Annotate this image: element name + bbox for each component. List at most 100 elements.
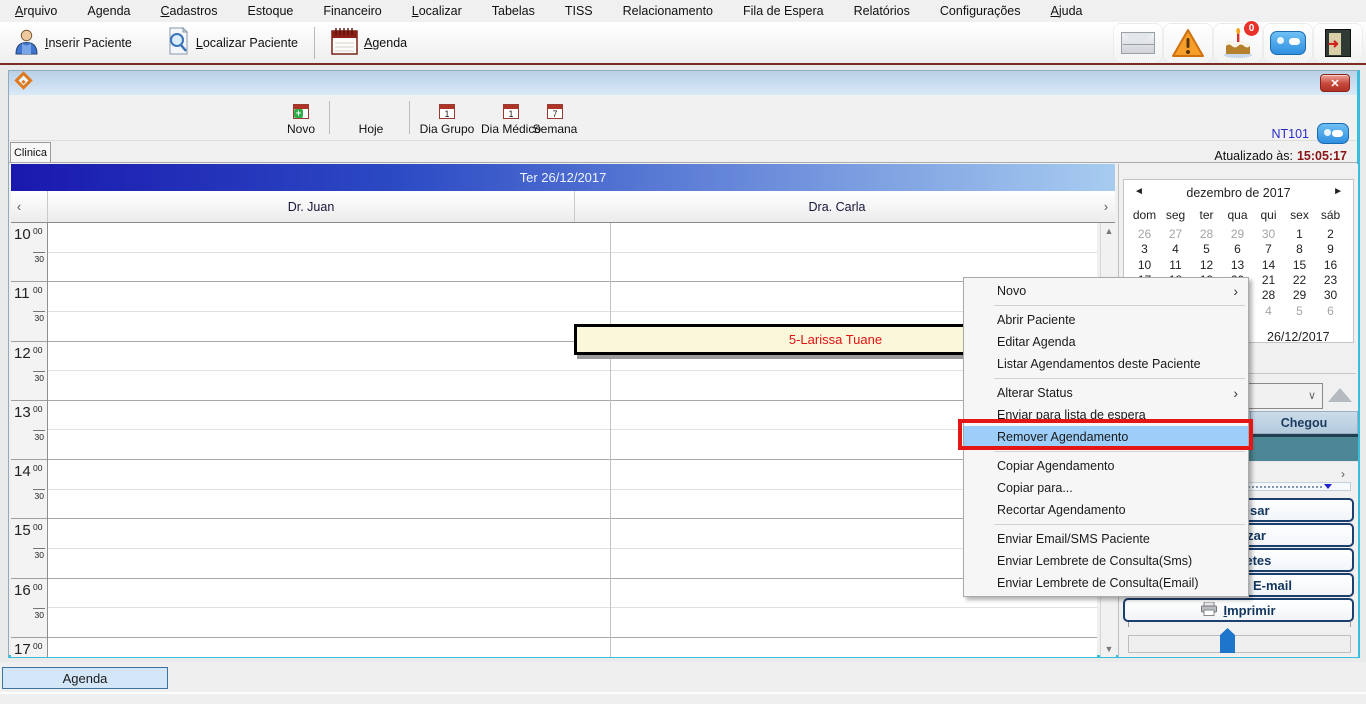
station-code: NT101 — [1271, 127, 1309, 141]
schedule-slot-row[interactable] — [48, 253, 1097, 283]
toolbar-button-dia-grupo[interactable]: 1Dia Grupo — [415, 97, 479, 139]
tab-clinica[interactable]: Clinica — [10, 142, 51, 163]
menu-cadastros[interactable]: Cadastros — [146, 2, 233, 21]
calendar-day[interactable]: 11 — [1160, 258, 1191, 273]
close-button[interactable]: ✕ — [1320, 74, 1350, 92]
context-menu-item-enviar-lembrete-de-consulta-sms[interactable]: Enviar Lembrete de Consulta(Sms) — [964, 550, 1248, 572]
schedule-slot-row[interactable] — [48, 460, 1097, 490]
menu-item-label: Editar Agenda — [997, 335, 1076, 349]
calendar-day[interactable]: 5 — [1191, 242, 1222, 257]
insert-patient-button[interactable]: Inserir Paciente — [6, 24, 140, 62]
context-menu-item-recortar-agendamento[interactable]: Recortar Agendamento — [964, 499, 1248, 521]
collapse-up-icon[interactable] — [1328, 388, 1352, 402]
context-menu-item-copiar-agendamento[interactable]: Copiar Agendamento — [964, 455, 1248, 477]
hscroll-right-icon[interactable]: › — [1341, 467, 1345, 481]
context-menu-item-abrir-paciente[interactable]: Abrir Paciente — [964, 309, 1248, 331]
calendar-day[interactable]: 27 — [1160, 227, 1191, 242]
calendar-day[interactable]: 5 — [1284, 304, 1315, 319]
schedule-slot-row[interactable] — [48, 371, 1097, 401]
exit-icon[interactable] — [1313, 23, 1363, 63]
schedule-slot-row[interactable] — [48, 401, 1097, 431]
calendar-day[interactable]: 3 — [1129, 242, 1160, 257]
scroll-right-chevron-icon[interactable]: › — [1098, 191, 1114, 222]
menu-tiss[interactable]: TISS — [550, 2, 608, 21]
calendar-day[interactable]: 28 — [1191, 227, 1222, 242]
calendar-day[interactable]: 12 — [1191, 258, 1222, 273]
calendar-day[interactable]: 30 — [1253, 227, 1284, 242]
schedule-slot-row[interactable] — [48, 430, 1097, 460]
calendar-day[interactable]: 4 — [1160, 242, 1191, 257]
menu-configurac-o-es[interactable]: Configurações — [925, 2, 1036, 21]
calendar-day[interactable]: 23 — [1315, 273, 1346, 288]
find-patient-button[interactable]: Localizar Paciente — [158, 24, 306, 62]
grid-rows[interactable] — [48, 223, 1097, 657]
menu-fila-de-espera[interactable]: Fila de Espera — [728, 2, 839, 21]
zoom-slider[interactable] — [1128, 635, 1351, 653]
menu-estoque[interactable]: Estoque — [232, 2, 308, 21]
schedule-slot-row[interactable] — [48, 282, 1097, 312]
calendar-day[interactable]: 14 — [1253, 258, 1284, 273]
calendar-day[interactable]: 8 — [1284, 242, 1315, 257]
calendar-day[interactable]: 29 — [1222, 227, 1253, 242]
mini-calendar-today[interactable]: 26/12/2017 — [1267, 330, 1330, 344]
taskbar-tab-agenda[interactable]: Agenda — [2, 667, 168, 689]
next-month-icon[interactable]: ► — [1333, 186, 1343, 197]
context-menu-item-novo[interactable]: Novo› — [964, 280, 1248, 302]
calendar-day[interactable]: 7 — [1253, 242, 1284, 257]
column-header-dr-juan[interactable]: Dr. Juan — [48, 191, 575, 222]
schedule-slot-row[interactable] — [48, 638, 1097, 657]
calendar-day[interactable]: 4 — [1253, 304, 1284, 319]
calendar-day[interactable]: 28 — [1253, 288, 1284, 303]
menu-relacionamento[interactable]: Relacionamento — [608, 2, 728, 21]
birthday-icon[interactable]: 0 — [1213, 23, 1263, 63]
context-menu-item-editar-agenda[interactable]: Editar Agenda — [964, 331, 1248, 353]
calendar-day[interactable]: 26 — [1129, 227, 1160, 242]
schedule-slot-row[interactable] — [48, 579, 1097, 609]
column-header-dra-carla[interactable]: Dra. Carla — [575, 191, 1099, 222]
scroll-left-chevron-icon[interactable]: ‹ — [11, 191, 48, 222]
calendar-day[interactable]: 6 — [1315, 304, 1346, 319]
calendar-day[interactable]: 6 — [1222, 242, 1253, 257]
context-menu-item-enviar-lembrete-de-consulta-email[interactable]: Enviar Lembrete de Consulta(Email) — [964, 572, 1248, 594]
context-menu-item-alterar-status[interactable]: Alterar Status› — [964, 382, 1248, 404]
schedule-slot-row[interactable] — [48, 608, 1097, 638]
contacts-icon[interactable] — [1263, 23, 1313, 63]
calendar-day[interactable]: 29 — [1284, 288, 1315, 303]
calendar-day[interactable]: 22 — [1284, 273, 1315, 288]
alert-icon[interactable] — [1163, 23, 1213, 63]
mail-icon[interactable] — [1113, 23, 1163, 63]
calendar-day[interactable]: 15 — [1284, 258, 1315, 273]
context-menu-item-enviar-email-sms-paciente[interactable]: Enviar Email/SMS Paciente — [964, 528, 1248, 550]
menu-arquivo[interactable]: Arquivo — [0, 2, 72, 21]
calendar-day[interactable]: 2 — [1315, 227, 1346, 242]
calendar-day[interactable]: 10 — [1129, 258, 1160, 273]
slider-thumb[interactable] — [1220, 628, 1235, 653]
menu-financeiro[interactable]: Financeiro — [308, 2, 396, 21]
schedule-slot-row[interactable] — [48, 549, 1097, 579]
scroll-down-icon[interactable]: ▼ — [1101, 641, 1117, 657]
menu-localizar[interactable]: Localizar — [397, 2, 477, 21]
menu-agenda[interactable]: Agenda — [72, 2, 145, 21]
schedule-slot-row[interactable] — [48, 519, 1097, 549]
calendar-day[interactable]: 21 — [1253, 273, 1284, 288]
toolbar-button-semana[interactable]: 7Semana — [525, 97, 585, 139]
calendar-day[interactable]: 13 — [1222, 258, 1253, 273]
agenda-button[interactable]: Agenda — [323, 24, 415, 62]
calendar-day[interactable]: 30 — [1315, 288, 1346, 303]
menu-tabelas[interactable]: Tabelas — [477, 2, 550, 21]
menu-ajuda[interactable]: Ajuda — [1036, 2, 1098, 21]
context-menu-item-copiar-para[interactable]: Copiar para... — [964, 477, 1248, 499]
calendar-day[interactable]: 1 — [1284, 227, 1315, 242]
menu-relato-rios[interactable]: Relatórios — [839, 2, 925, 21]
imprimir-button[interactable]: Imprimir — [1123, 598, 1354, 622]
toolbar-button-hoje[interactable]: Hoje — [339, 97, 403, 139]
calendar-day[interactable]: 9 — [1315, 242, 1346, 257]
context-menu-item-listar-agendamentos-deste-paciente[interactable]: Listar Agendamentos deste Paciente — [964, 353, 1248, 375]
scroll-up-icon[interactable]: ▲ — [1101, 223, 1117, 239]
schedule-slot-row[interactable] — [48, 223, 1097, 253]
toolbar-separator — [314, 27, 315, 59]
calendar-day[interactable]: 16 — [1315, 258, 1346, 273]
toolbar-button-novo[interactable]: +Novo — [273, 97, 329, 139]
schedule-slot-row[interactable] — [48, 490, 1097, 520]
schedule-grid[interactable]: 1000301100301200301300301400301500301600… — [11, 223, 1097, 657]
